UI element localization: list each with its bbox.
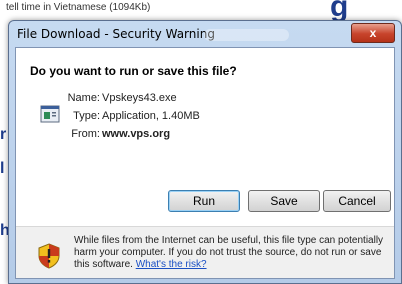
save-button[interactable]: Save — [248, 190, 320, 212]
close-button[interactable]: x — [351, 23, 395, 43]
dialog-content: Do you want to run or save this file? Na… — [15, 47, 395, 279]
file-name: Vpskeys43.exe — [102, 92, 177, 104]
titlebar-reflection — [204, 29, 289, 41]
background-char: l — [0, 160, 5, 177]
background-char: r — [0, 126, 7, 143]
from-label: From: — [71, 128, 100, 140]
dialog-question: Do you want to run or save this file? — [30, 64, 237, 78]
whats-the-risk-link[interactable]: What's the risk? — [136, 259, 207, 270]
dialog-title: File Download - Security Warning — [17, 27, 215, 41]
warning-panel: While files from the Internet can be use… — [16, 226, 394, 278]
cancel-button[interactable]: Cancel — [323, 190, 391, 212]
warning-text: While files from the Internet can be use… — [74, 235, 384, 270]
type-label: Type: — [73, 110, 100, 122]
name-label: Name: — [67, 92, 100, 104]
file-type: Application, 1.40MB — [102, 110, 200, 122]
background-download-text: tell time in Vietnamese (1094Kb) — [6, 2, 151, 13]
security-warning-dialog: File Download - Security Warning x Do yo… — [8, 20, 402, 284]
warning-message: While files from the Internet can be use… — [74, 235, 390, 271]
security-shield-icon — [38, 243, 60, 269]
file-source: www.vps.org — [102, 128, 171, 140]
dialog-titlebar[interactable]: File Download - Security Warning x — [9, 21, 401, 47]
background-char: h — [0, 222, 10, 239]
run-button[interactable]: Run — [168, 190, 240, 212]
